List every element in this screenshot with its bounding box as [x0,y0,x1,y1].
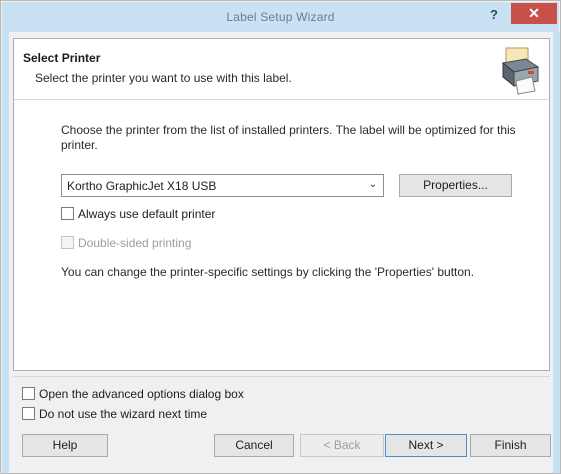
no-wizard-label[interactable]: Do not use the wizard next time [39,407,207,421]
page-subtitle: Select the printer you want to use with … [35,71,292,85]
window-frame-right [553,32,560,473]
advanced-options-checkbox[interactable] [22,387,35,400]
window-title: Label Setup Wizard [226,10,335,24]
close-icon[interactable]: ✕ [511,3,557,24]
finish-button[interactable]: Finish [470,434,551,457]
page-title: Select Printer [23,51,101,65]
help-icon[interactable]: ? [483,5,505,25]
printer-select[interactable]: Kortho GraphicJet X18 USB ⌄ [61,174,384,197]
help-button[interactable]: Help [22,434,108,457]
printer-description: Choose the printer from the list of inst… [61,123,516,152]
content-panel [13,38,550,371]
advanced-options-label[interactable]: Open the advanced options dialog box [39,387,244,401]
footer-separator [13,376,550,377]
back-button: < Back [300,434,384,457]
properties-hint: You can change the printer-specific sett… [61,265,475,279]
always-default-checkbox[interactable] [61,207,74,220]
no-wizard-checkbox[interactable] [22,407,35,420]
double-sided-checkbox [61,236,74,249]
printer-select-value: Kortho GraphicJet X18 USB [67,179,217,193]
title-bar[interactable]: Label Setup Wizard ? ✕ [2,2,559,32]
chevron-down-icon[interactable]: ⌄ [367,178,379,192]
double-sided-label: Double-sided printing [78,236,192,250]
printer-icon [501,47,540,95]
window-frame-left [2,32,9,473]
header-separator [14,99,549,100]
wizard-window: Label Setup Wizard ? ✕ Select Printer Se… [0,0,561,474]
next-button[interactable]: Next > [385,434,467,457]
cancel-button[interactable]: Cancel [214,434,294,457]
properties-button[interactable]: Properties... [399,174,512,197]
always-default-label[interactable]: Always use default printer [78,207,215,221]
